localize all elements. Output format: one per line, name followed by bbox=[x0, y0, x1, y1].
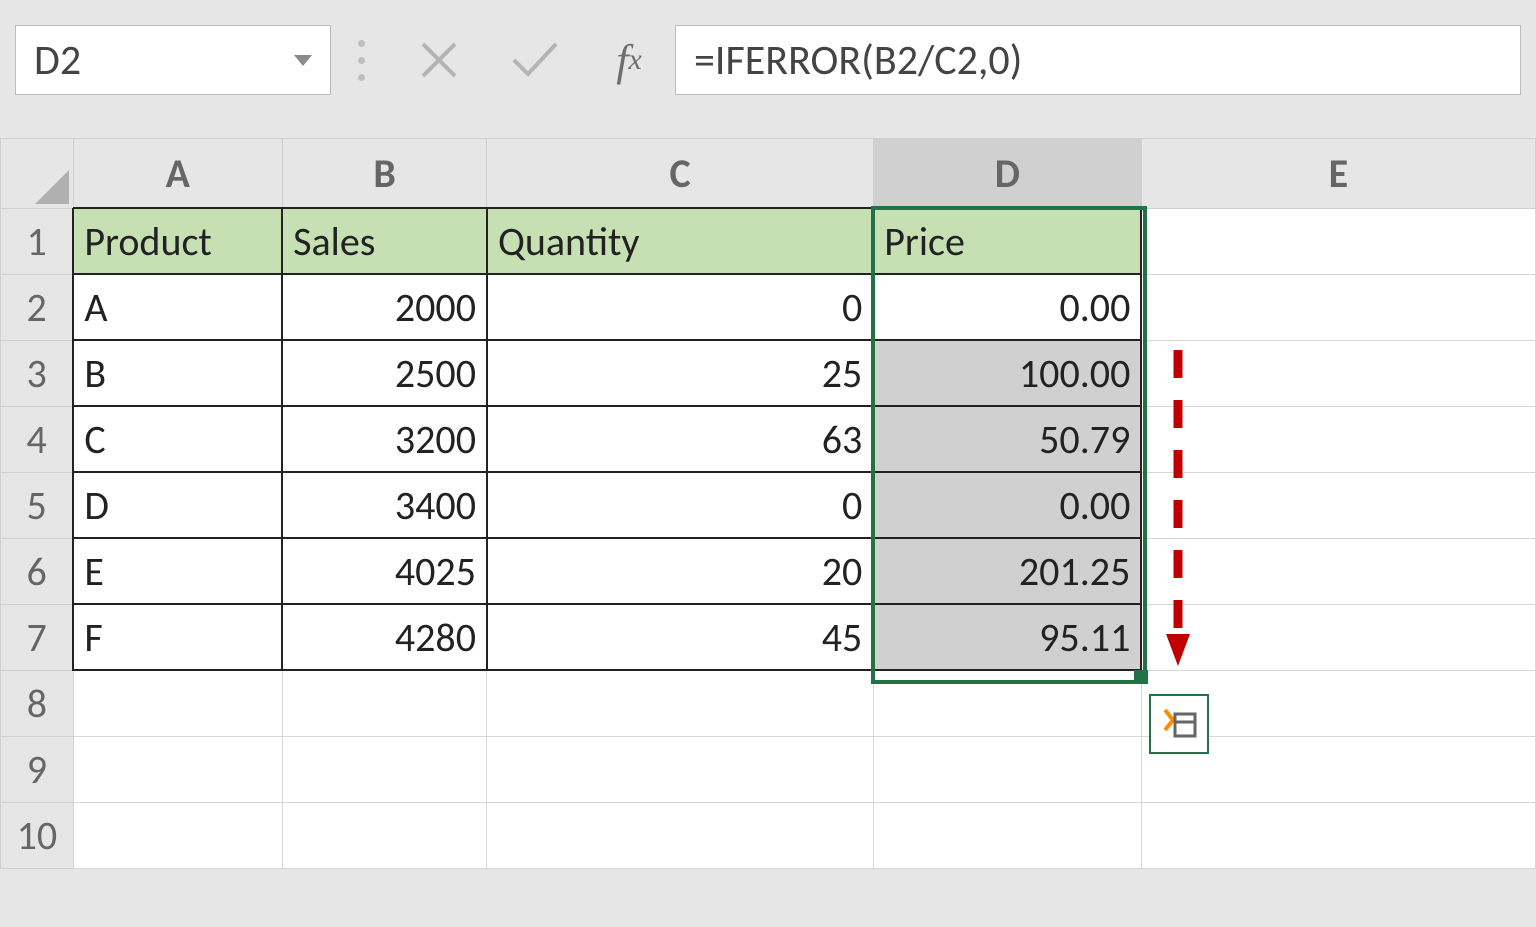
formula-input[interactable]: =IFERROR(B2/C2,0) bbox=[675, 25, 1521, 95]
cell-B9[interactable] bbox=[282, 736, 487, 802]
cell-C8[interactable] bbox=[487, 670, 873, 736]
cell-B3[interactable]: 2500 bbox=[282, 340, 487, 406]
autofill-options-icon bbox=[1159, 704, 1199, 744]
cell-D1[interactable]: Price bbox=[873, 208, 1141, 274]
insert-function-button[interactable]: fx bbox=[583, 35, 675, 86]
chevron-down-icon[interactable] bbox=[294, 55, 312, 66]
name-box[interactable]: D2 bbox=[15, 25, 331, 95]
cell-A2[interactable]: A bbox=[73, 274, 282, 340]
cell-B5[interactable]: 3400 bbox=[282, 472, 487, 538]
row-header-8[interactable]: 8 bbox=[1, 670, 74, 736]
arrow-down-icon bbox=[1166, 350, 1196, 670]
cell-C7[interactable]: 45 bbox=[487, 604, 873, 670]
cell-D7[interactable]: 95.11 bbox=[873, 604, 1141, 670]
close-icon bbox=[417, 38, 461, 82]
row-header-3[interactable]: 3 bbox=[1, 340, 74, 406]
cell-E3[interactable] bbox=[1141, 340, 1535, 406]
cell-B8[interactable] bbox=[282, 670, 487, 736]
cell-D9[interactable] bbox=[873, 736, 1141, 802]
row-header-4[interactable]: 4 bbox=[1, 406, 74, 472]
formula-text: =IFERROR(B2/C2,0) bbox=[694, 35, 1022, 86]
check-icon bbox=[510, 38, 560, 82]
cell-C5[interactable]: 0 bbox=[487, 472, 873, 538]
enter-formula-button[interactable] bbox=[487, 26, 583, 94]
cell-C3[interactable]: 25 bbox=[487, 340, 873, 406]
cell-B7[interactable]: 4280 bbox=[282, 604, 487, 670]
cell-B1[interactable]: Sales bbox=[282, 208, 487, 274]
cell-B2[interactable]: 2000 bbox=[282, 274, 487, 340]
cell-C4[interactable]: 63 bbox=[487, 406, 873, 472]
cell-C10[interactable] bbox=[487, 802, 873, 868]
col-header-E[interactable]: E bbox=[1141, 139, 1535, 209]
row-header-10[interactable]: 10 bbox=[1, 802, 74, 868]
fill-handle[interactable] bbox=[1134, 670, 1148, 684]
col-header-A[interactable]: A bbox=[73, 139, 282, 209]
cell-D10[interactable] bbox=[873, 802, 1141, 868]
cell-B6[interactable]: 4025 bbox=[282, 538, 487, 604]
name-box-value: D2 bbox=[34, 35, 81, 86]
row-header-2[interactable]: 2 bbox=[1, 274, 74, 340]
row-header-6[interactable]: 6 bbox=[1, 538, 74, 604]
drag-handle-icon[interactable] bbox=[331, 26, 391, 94]
row-header-1[interactable]: 1 bbox=[1, 208, 74, 274]
cancel-formula-button[interactable] bbox=[391, 26, 487, 94]
cell-A1[interactable]: Product bbox=[73, 208, 282, 274]
row-header-7[interactable]: 7 bbox=[1, 604, 74, 670]
formula-bar: D2 fx =IFERROR(B2/C2,0) bbox=[15, 25, 1521, 95]
cell-E7[interactable] bbox=[1141, 604, 1535, 670]
cell-C2[interactable]: 0 bbox=[487, 274, 873, 340]
cell-C6[interactable]: 20 bbox=[487, 538, 873, 604]
excel-window: D2 fx =IFERROR(B2/C2,0) A B C D E 1 bbox=[0, 0, 1536, 927]
select-all-button[interactable] bbox=[1, 139, 74, 209]
cell-E10[interactable] bbox=[1141, 802, 1535, 868]
cell-D2[interactable]: 0.00 bbox=[873, 274, 1141, 340]
row-header-9[interactable]: 9 bbox=[1, 736, 74, 802]
autofill-options-button[interactable] bbox=[1149, 694, 1209, 754]
worksheet-grid[interactable]: A B C D E 1 Product Sales Quantity Price… bbox=[0, 138, 1536, 869]
cell-A3[interactable]: B bbox=[73, 340, 282, 406]
cell-E1[interactable] bbox=[1141, 208, 1535, 274]
cell-D6[interactable]: 201.25 bbox=[873, 538, 1141, 604]
cell-E5[interactable] bbox=[1141, 472, 1535, 538]
cell-C9[interactable] bbox=[487, 736, 873, 802]
cell-C1[interactable]: Quantity bbox=[487, 208, 873, 274]
cell-A10[interactable] bbox=[73, 802, 282, 868]
col-header-C[interactable]: C bbox=[487, 139, 873, 209]
cell-D3[interactable]: 100.00 bbox=[873, 340, 1141, 406]
row-header-5[interactable]: 5 bbox=[1, 472, 74, 538]
cell-D4[interactable]: 50.79 bbox=[873, 406, 1141, 472]
cell-D5[interactable]: 0.00 bbox=[873, 472, 1141, 538]
cell-D8[interactable] bbox=[873, 670, 1141, 736]
cell-A4[interactable]: C bbox=[73, 406, 282, 472]
col-header-B[interactable]: B bbox=[282, 139, 487, 209]
cell-E4[interactable] bbox=[1141, 406, 1535, 472]
cell-E6[interactable] bbox=[1141, 538, 1535, 604]
cell-A9[interactable] bbox=[73, 736, 282, 802]
cell-A7[interactable]: F bbox=[73, 604, 282, 670]
cell-A8[interactable] bbox=[73, 670, 282, 736]
cell-E2[interactable] bbox=[1141, 274, 1535, 340]
cell-A5[interactable]: D bbox=[73, 472, 282, 538]
cell-B10[interactable] bbox=[282, 802, 487, 868]
cell-B4[interactable]: 3200 bbox=[282, 406, 487, 472]
cell-A6[interactable]: E bbox=[73, 538, 282, 604]
col-header-D[interactable]: D bbox=[873, 139, 1141, 209]
